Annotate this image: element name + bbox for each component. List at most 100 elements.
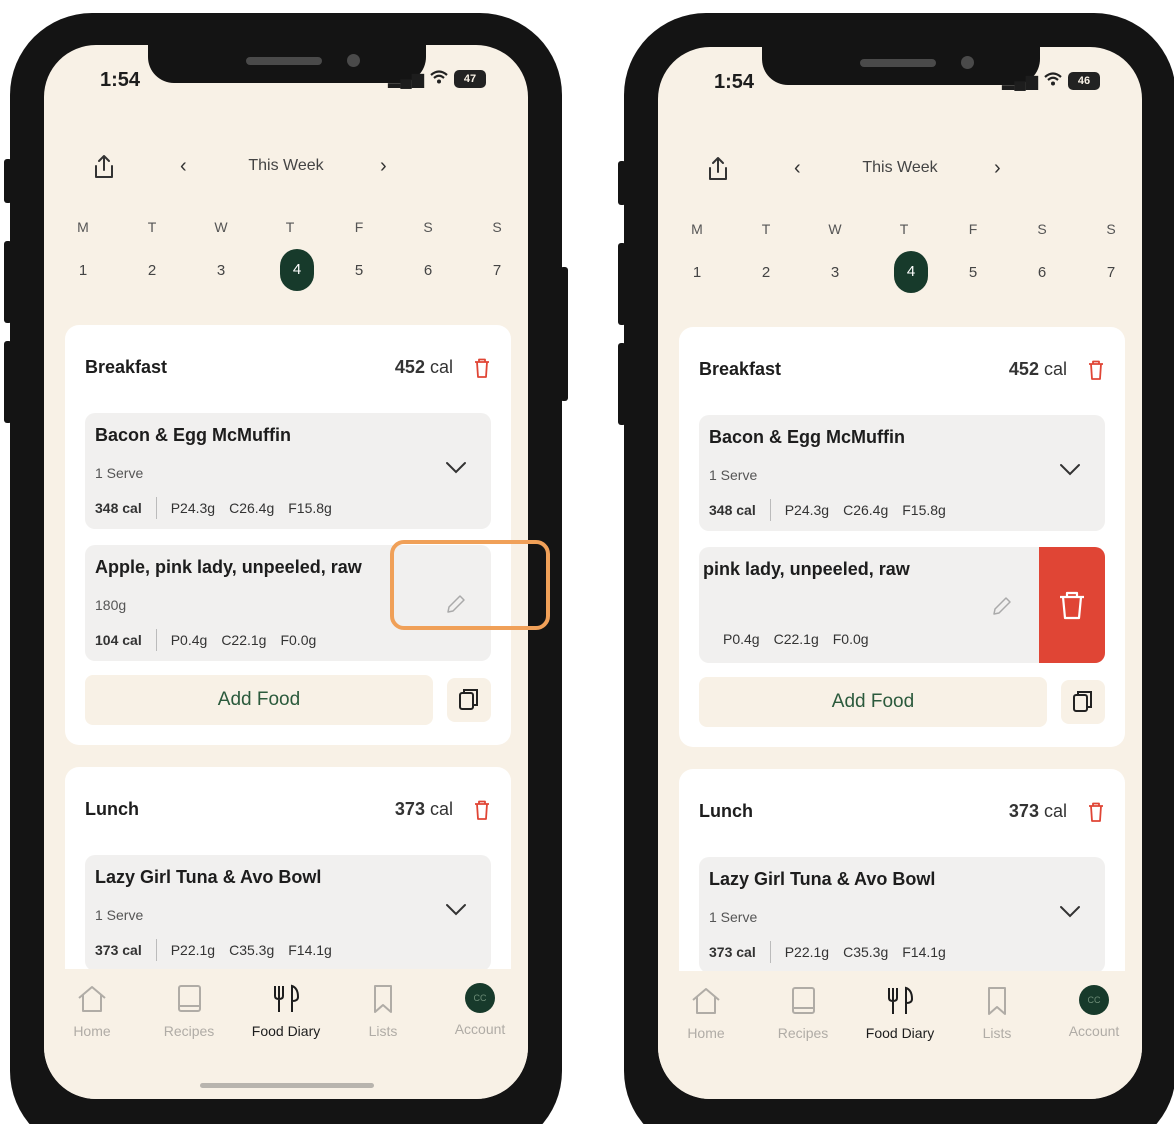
camera (347, 54, 360, 67)
wifi-icon (430, 69, 448, 89)
day-number[interactable]: 3 (817, 253, 853, 293)
next-week-button[interactable]: › (994, 157, 1001, 180)
volume-up-button (4, 241, 12, 323)
notch (148, 45, 426, 83)
status-icons: ▂▄▆ 46 (1002, 71, 1100, 91)
food-name: Bacon & Egg McMuffin (95, 425, 291, 445)
day-number[interactable]: 5 (341, 251, 377, 291)
book-icon (792, 987, 815, 1014)
delete-meal-icon[interactable] (473, 357, 491, 379)
tab-lists[interactable]: Lists (949, 985, 1045, 1041)
delete-meal-icon[interactable] (1087, 801, 1105, 823)
week-title: This Week (248, 157, 324, 174)
day-number[interactable]: 1 (65, 251, 101, 291)
day-letter: T (147, 219, 157, 235)
edit-pencil-icon[interactable] (991, 595, 1013, 617)
food-item[interactable]: Lazy Girl Tuna & Avo Bowl 1 Serve 373 ca… (85, 855, 491, 971)
food-name: Bacon & Egg McMuffin (709, 427, 905, 447)
food-name: pink lady, unpeeled, raw (703, 559, 910, 579)
book-icon (178, 985, 201, 1012)
tab-bar: Home Recipes Food Diary Lists CC Account (44, 969, 528, 1099)
add-food-button[interactable]: Add Food (699, 677, 1047, 727)
day-number[interactable]: 6 (410, 251, 446, 291)
day-number[interactable]: 2 (748, 253, 784, 293)
next-week-button[interactable]: › (380, 155, 387, 178)
tab-lists[interactable]: Lists (335, 983, 431, 1039)
carbs: C26.4g (843, 502, 889, 518)
food-quantity: 1 Serve (709, 467, 758, 483)
day-number[interactable]: 6 (1024, 253, 1060, 293)
tab-recipes[interactable]: Recipes (755, 985, 851, 1041)
day-number[interactable]: 5 (955, 253, 991, 293)
day-letter: F (968, 221, 978, 237)
tab-label: Food Diary (251, 1023, 321, 1039)
food-calories: 348 cal (709, 502, 756, 518)
food-macros: 373 cal P22.1g C35.3g F14.1g (709, 941, 960, 963)
speaker (860, 59, 936, 67)
status-icons: ▂▄▆ 47 (388, 69, 486, 89)
day-number[interactable]: 1 (679, 253, 715, 293)
add-food-button[interactable]: Add Food (85, 675, 433, 725)
food-quantity: 180g (95, 597, 127, 613)
delete-meal-icon[interactable] (1087, 359, 1105, 381)
screen: 1:54 ▂▄▆ 46 ‹ This Week › M T W T F S S … (658, 47, 1142, 1099)
copy-meal-button[interactable] (447, 678, 491, 722)
tab-recipes[interactable]: Recipes (141, 983, 237, 1039)
food-item[interactable]: Bacon & Egg McMuffin 1 Serve 348 cal P24… (85, 413, 491, 529)
meal-calories-value: 452 (1008, 359, 1039, 379)
day-number[interactable]: 3 (203, 251, 239, 291)
breakfast-card: Breakfast 452 cal Bacon & Egg McMuffin 1… (679, 327, 1125, 747)
tab-account[interactable]: CC Account (1046, 985, 1142, 1039)
carbs: C35.3g (229, 942, 275, 958)
wifi-icon (1044, 71, 1062, 91)
day-number-selected[interactable]: 4 (894, 251, 928, 293)
chevron-down-icon[interactable] (445, 461, 467, 475)
food-item-swiped[interactable]: pink lady, unpeeled, raw P0.4g C22.1g F0… (699, 547, 1105, 663)
home-indicator[interactable] (200, 1083, 374, 1088)
day-number-selected[interactable]: 4 (280, 249, 314, 291)
tab-food-diary[interactable]: Food Diary (852, 985, 948, 1041)
chevron-down-icon[interactable] (1059, 905, 1081, 919)
fat: F14.1g (902, 944, 946, 960)
meal-header: Lunch 373 cal (85, 799, 491, 823)
volume-down-button (4, 341, 12, 423)
meal-title: Lunch (85, 799, 139, 819)
chevron-down-icon[interactable] (445, 903, 467, 917)
camera (961, 56, 974, 69)
fork-knife-icon (888, 986, 914, 1014)
food-macros: 104 cal P0.4g C22.1g F0.0g (95, 629, 330, 651)
meal-calories: 373 cal (1009, 801, 1067, 822)
week-day-selector: M T W T F S S 1 2 3 4 5 6 7 (65, 217, 507, 297)
meal-calories-unit: cal (429, 357, 453, 377)
tab-home[interactable]: Home (658, 985, 754, 1041)
meal-calories-value: 452 (394, 357, 425, 377)
food-item[interactable]: Lazy Girl Tuna & Avo Bowl 1 Serve 373 ca… (699, 857, 1105, 973)
tab-home[interactable]: Home (44, 983, 140, 1039)
avatar: CC (465, 983, 495, 1013)
food-name: Lazy Girl Tuna & Avo Bowl (709, 869, 936, 889)
food-item[interactable]: Bacon & Egg McMuffin 1 Serve 348 cal P24… (699, 415, 1105, 531)
day-number[interactable]: 2 (134, 251, 170, 291)
protein: P24.3g (170, 500, 216, 516)
mute-switch (618, 161, 626, 205)
day-number[interactable]: 7 (479, 251, 515, 291)
tab-account[interactable]: CC Account (432, 983, 528, 1037)
avatar: CC (1079, 985, 1109, 1015)
copy-meal-button[interactable] (1061, 680, 1105, 724)
phone-right: 1:54 ▂▄▆ 46 ‹ This Week › M T W T F S S … (618, 13, 1174, 1124)
meal-calories-unit: cal (1043, 359, 1067, 379)
food-macros: 373 cal P22.1g C35.3g F14.1g (95, 939, 346, 961)
volume-down-button (618, 343, 626, 425)
day-number[interactable]: 7 (1093, 253, 1129, 293)
copy-icon (459, 689, 478, 710)
delete-meal-icon[interactable] (473, 799, 491, 821)
trash-icon (1060, 591, 1084, 620)
tab-food-diary[interactable]: Food Diary (238, 983, 334, 1039)
chevron-down-icon[interactable] (1059, 463, 1081, 477)
day-letter: S (1037, 221, 1047, 237)
tab-label: Lists (982, 1025, 1012, 1041)
delete-item-button[interactable] (1039, 547, 1105, 663)
food-name: Lazy Girl Tuna & Avo Bowl (95, 867, 322, 887)
mute-switch (4, 159, 12, 203)
meal-calories-unit: cal (429, 799, 453, 819)
